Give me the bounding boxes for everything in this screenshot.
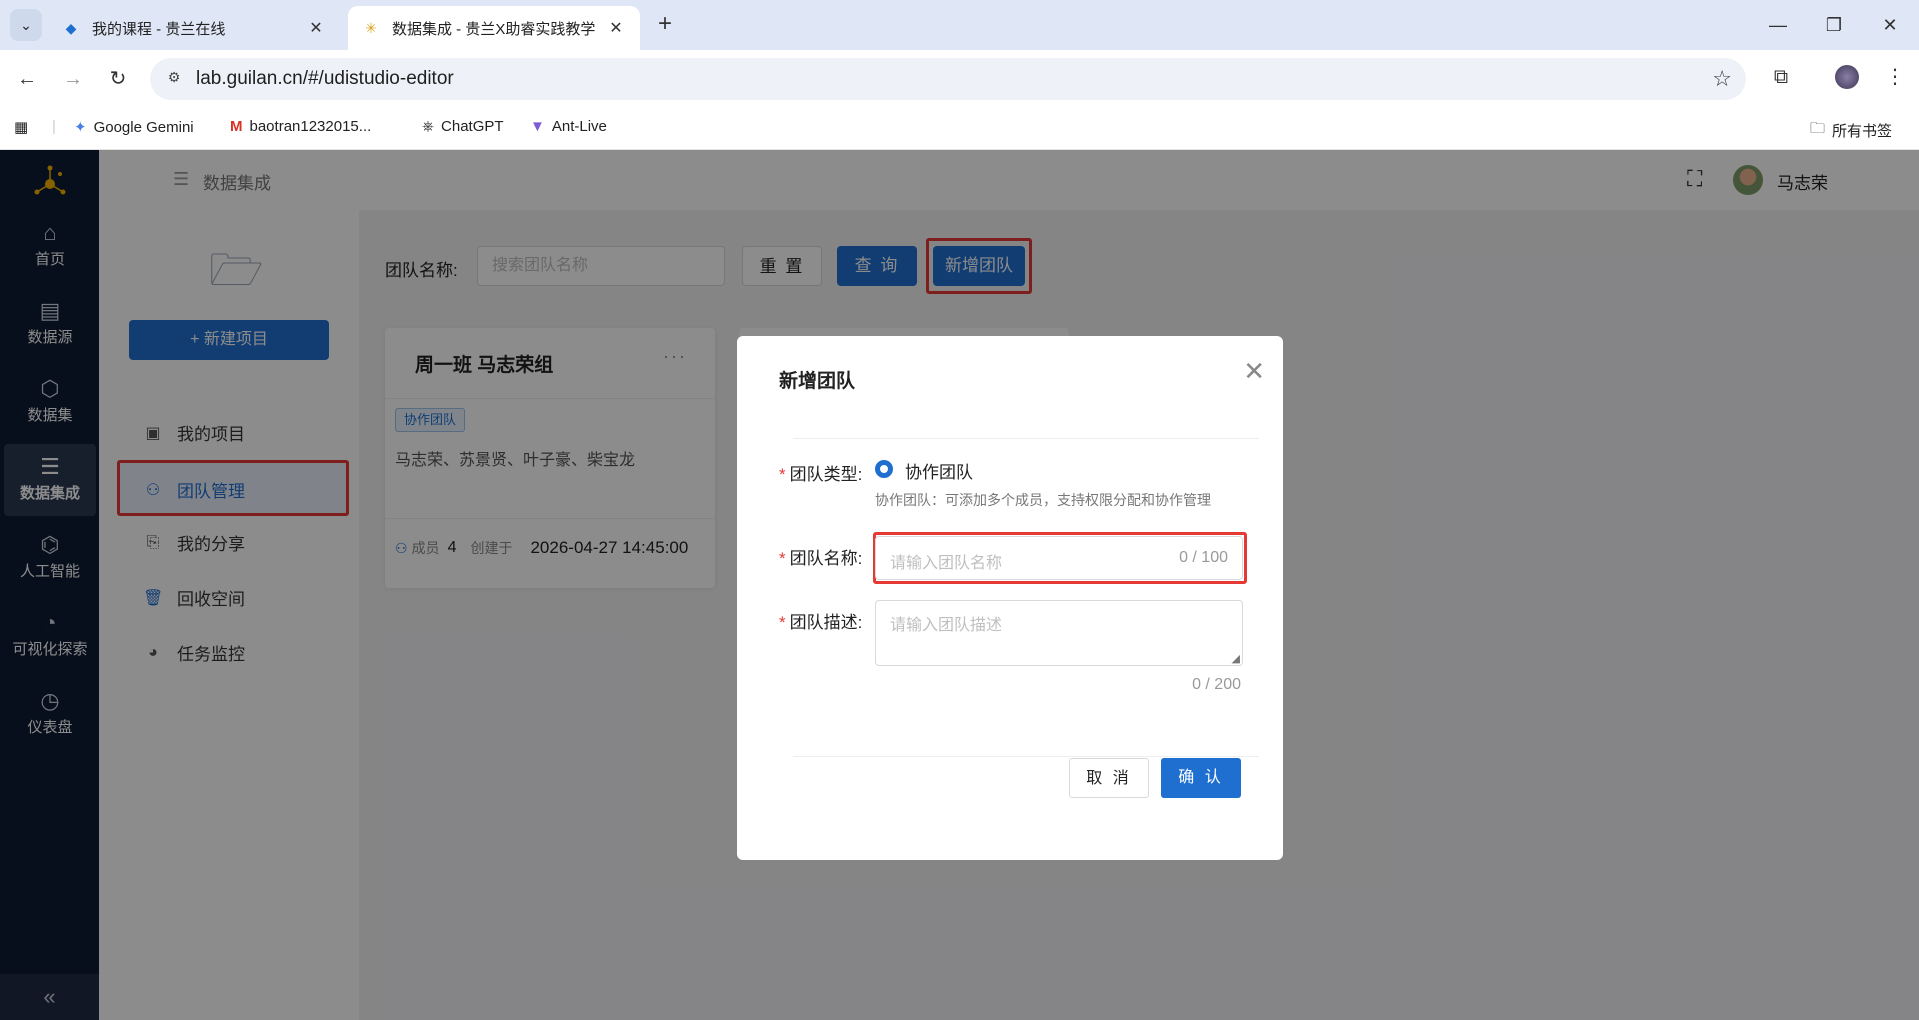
- team-type-radio[interactable]: [875, 460, 893, 478]
- gmail-icon: M: [230, 118, 243, 135]
- dialog-divider: [793, 756, 1259, 757]
- minimize-icon[interactable]: —: [1758, 10, 1798, 40]
- team-desc-textarea[interactable]: 请输入团队描述 ◢: [875, 600, 1243, 666]
- dialog-divider: [793, 438, 1259, 439]
- bookmark-chatgpt[interactable]: ⎈ ChatGPT: [422, 118, 504, 135]
- site-info-icon[interactable]: ⚙: [164, 69, 184, 89]
- new-tab-icon[interactable]: +: [652, 12, 678, 38]
- app-root: ⌂ 首页 ▤ 数据源 ⬡ 数据集 ☰ 数据集成 ⌬ 人工智能 ◔ 可视化探索 ◷ 仪表盘 « …: [0, 150, 1919, 1020]
- url-bar[interactable]: ⚙ lab.guilan.cn/#/udistudio-editor ☆: [150, 58, 1746, 100]
- forward-icon[interactable]: →: [58, 64, 88, 94]
- address-bar-row: ← → ↻ ⚙ lab.guilan.cn/#/udistudio-editor…: [0, 50, 1919, 108]
- bookmark-star-icon[interactable]: ☆: [1712, 66, 1732, 92]
- tab-title: 我的课程 - 贵兰在线: [92, 20, 226, 38]
- bookmark-gmail[interactable]: Mbaotran1232015...: [230, 118, 371, 135]
- bookmark-separator: |: [52, 118, 56, 135]
- team-desc-label: * 团队描述:: [779, 613, 863, 632]
- resize-grip-icon[interactable]: ◢: [1232, 652, 1240, 665]
- dialog-title: 新增团队: [779, 371, 856, 392]
- profile-avatar-icon[interactable]: [1832, 62, 1862, 92]
- reload-icon[interactable]: ↻: [103, 64, 133, 94]
- tab-favicon-icon: ◆: [65, 19, 77, 36]
- gemini-icon: ✦: [74, 119, 87, 136]
- team-type-label: * 团队类型:: [779, 465, 863, 484]
- window-close-icon[interactable]: ✕: [1870, 10, 1910, 40]
- add-team-dialog: 新增团队 ✕ * 团队类型: 协作团队 协作团队：可添加多个成员，支持权限分配和协…: [737, 336, 1283, 860]
- tab-favicon-icon: ✳: [365, 19, 377, 36]
- team-name-input[interactable]: 请输入团队名称 0 / 100: [875, 536, 1243, 580]
- tab-search-icon[interactable]: ⌄: [10, 9, 42, 41]
- browser-tabstrip: ⌄ ◆ 我的课程 - 贵兰在线 ✕ ✳ 数据集成 - 贵兰X助睿实践教学 ✕ +…: [0, 0, 1919, 50]
- url-text[interactable]: lab.guilan.cn/#/udistudio-editor: [196, 68, 454, 90]
- tab-close-icon[interactable]: ✕: [606, 18, 626, 38]
- browser-tab-courses[interactable]: ◆ 我的课程 - 贵兰在线 ✕: [48, 6, 340, 50]
- browser-tab-data-integration[interactable]: ✳ 数据集成 - 贵兰X助睿实践教学 ✕: [348, 6, 640, 50]
- folder-icon: 🗀: [1810, 120, 1826, 137]
- confirm-button[interactable]: 确 认: [1161, 758, 1241, 798]
- back-icon[interactable]: ←: [12, 64, 42, 94]
- team-type-option-label[interactable]: 协作团队: [905, 458, 973, 483]
- all-bookmarks[interactable]: 🗀 所有书签: [1810, 118, 1892, 143]
- bookmark-google-gemini[interactable]: ✦ Google Gemini: [74, 118, 194, 137]
- team-desc-counter: 0 / 200: [1192, 676, 1241, 693]
- team-name-label: * 团队名称:: [779, 549, 863, 568]
- team-type-hint: 协作团队：可添加多个成员，支持权限分配和协作管理: [875, 492, 1211, 508]
- restore-icon[interactable]: ❐: [1814, 10, 1854, 40]
- tab-title: 数据集成 - 贵兰X助睿实践教学: [392, 20, 596, 38]
- ant-live-icon: ▼: [530, 118, 545, 135]
- team-desc-placeholder: 请输入团队描述: [890, 617, 1003, 634]
- tab-close-icon[interactable]: ✕: [306, 18, 326, 38]
- bookmarks-bar: ▦ | ✦ Google Gemini Mbaotran1232015... ⎈ C…: [0, 108, 1919, 150]
- team-name-counter: 0 / 100: [1179, 549, 1228, 566]
- team-name-placeholder: 请输入团队名称: [890, 555, 1003, 572]
- bookmark-ant-live[interactable]: ▼ Ant-Live: [530, 118, 607, 135]
- extensions-icon[interactable]: ⧉: [1766, 62, 1796, 92]
- dialog-close-icon[interactable]: ✕: [1243, 356, 1265, 387]
- apps-grid-icon[interactable]: ▦: [14, 118, 35, 136]
- cancel-button[interactable]: 取 消: [1069, 758, 1149, 798]
- browser-menu-icon[interactable]: ⋮: [1880, 62, 1910, 92]
- chatgpt-icon: ⎈: [422, 118, 435, 135]
